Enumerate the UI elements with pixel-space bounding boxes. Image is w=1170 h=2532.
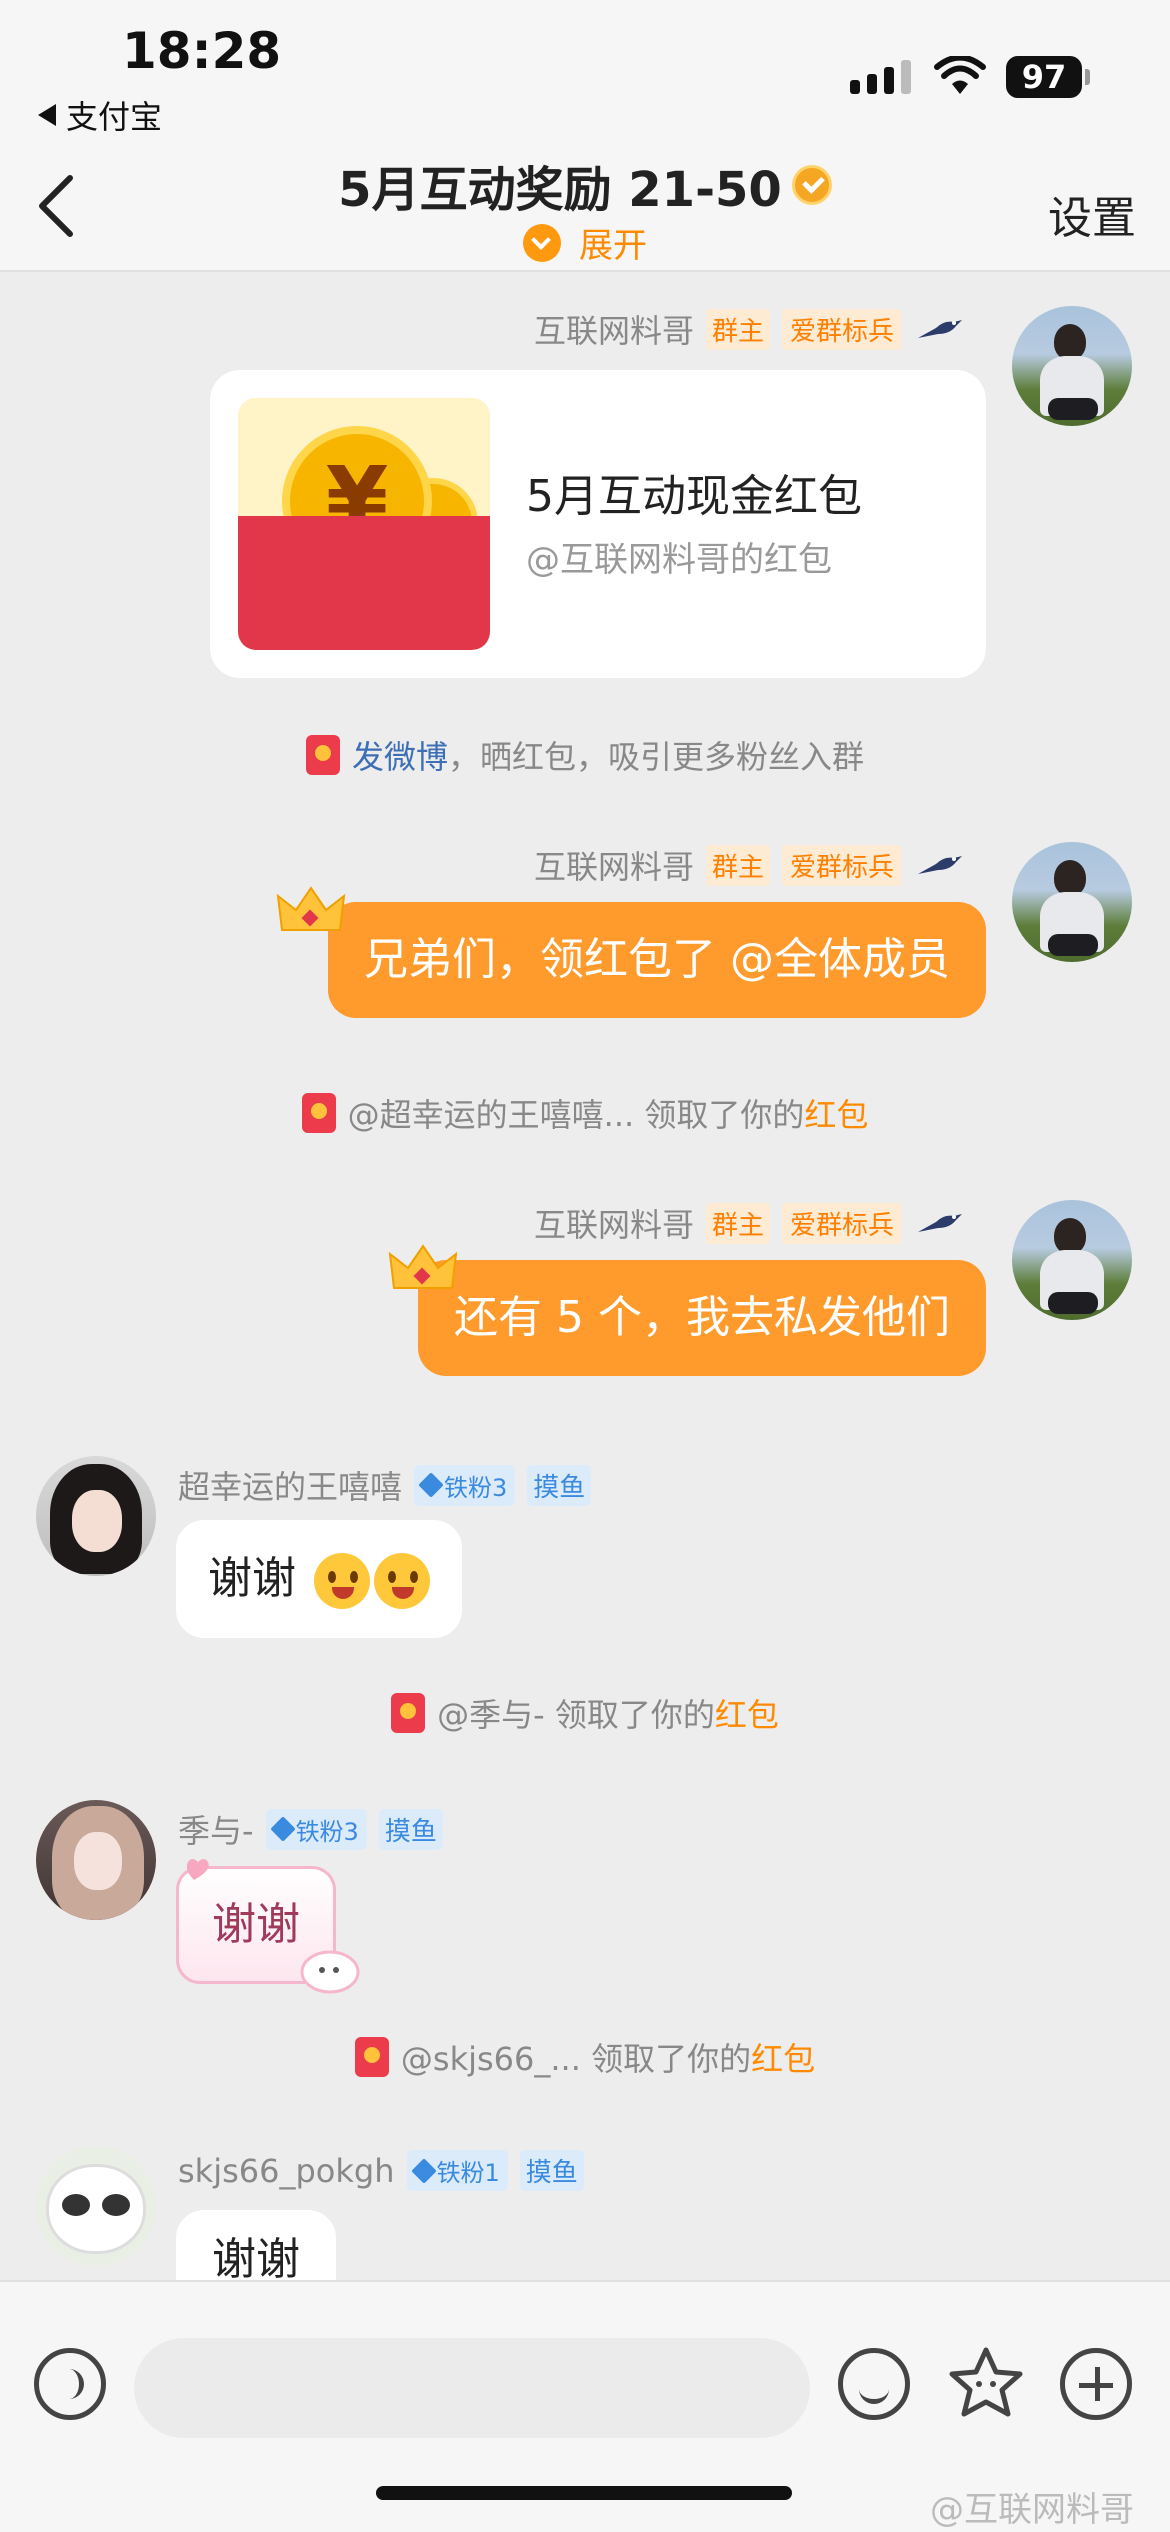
- home-indicator: [376, 2486, 792, 2500]
- message-meta: 互联网料哥 群主 爱群标兵: [534, 1200, 964, 1246]
- wifi-icon: [934, 56, 986, 94]
- message-bubble[interactable]: 谢谢: [176, 2210, 336, 2280]
- avatar[interactable]: [1012, 842, 1132, 962]
- red-packet-small-icon: [301, 1093, 336, 1133]
- love-emoji-icon: [314, 1553, 370, 1609]
- message-input[interactable]: [134, 2338, 810, 2438]
- chat-title-text: 5月互动奖励 21-50: [338, 162, 782, 218]
- crown-icon: [276, 886, 346, 931]
- message-bubble[interactable]: 还有 5 个，我去私发他们: [418, 1260, 986, 1376]
- back-to-app[interactable]: 支付宝: [38, 92, 162, 138]
- sender-name[interactable]: 季与-: [178, 1806, 254, 1852]
- top-bar: 18:28 支付宝 97 5月互动奖励 21-50 展开 设置: [0, 0, 1170, 272]
- owner-tag: 群主: [705, 844, 770, 886]
- message-meta: 互联网料哥 群主 爱群标兵: [534, 842, 964, 888]
- fan-level-tag: 铁粉3: [265, 1808, 367, 1850]
- settings-button[interactable]: 设置: [1048, 182, 1136, 246]
- avatar[interactable]: [36, 1800, 156, 1920]
- chat-title[interactable]: 5月互动奖励 21-50: [338, 150, 832, 220]
- sender-name[interactable]: 互联网料哥: [534, 842, 694, 888]
- love-emoji-icon: [374, 1553, 430, 1609]
- sender-name[interactable]: 互联网料哥: [534, 1200, 694, 1246]
- honor-tag: 爱群标兵: [781, 1202, 902, 1244]
- notice-text: ，晒红包，吸引更多粉丝入群: [448, 738, 865, 776]
- red-packet-small-icon: [354, 2037, 389, 2077]
- honor-tag: 爱群标兵: [781, 844, 902, 886]
- system-notice: @超幸运的王嘻嘻... 领取了你的红包: [0, 1090, 1170, 1141]
- back-triangle-icon: [38, 104, 56, 126]
- voice-icon[interactable]: [34, 2348, 106, 2420]
- message-bubble[interactable]: 兄弟们，领红包了 @全体成员: [328, 902, 986, 1018]
- status-time: 18:28: [122, 22, 282, 80]
- fish-tag: 摸鱼: [519, 2150, 584, 2191]
- watermark: @互联网料哥: [930, 2490, 1134, 2530]
- fan-level-label: 铁粉3: [295, 1817, 359, 1846]
- red-packet-title: 5月互动现金红包: [526, 471, 862, 522]
- post-weibo-link[interactable]: 发微博: [352, 738, 448, 776]
- signal-icon: [850, 60, 911, 94]
- system-notice: 发微博，晒红包，吸引更多粉丝入群: [0, 732, 1170, 783]
- fan-level-tag: 铁粉3: [414, 1464, 516, 1506]
- back-app-label: 支付宝: [66, 98, 163, 136]
- red-packet-icon: ¥: [238, 398, 490, 650]
- emoji-icon[interactable]: [838, 2348, 910, 2420]
- system-notice: @季与- 领取了你的红包: [0, 1690, 1170, 1741]
- expand-button[interactable]: 展开: [523, 218, 647, 267]
- verified-badge-icon: [791, 165, 832, 205]
- fish-tag: 摸鱼: [378, 1808, 443, 1850]
- red-packet-link[interactable]: 红包: [751, 2040, 815, 2078]
- diamond-icon: [410, 2157, 437, 2184]
- magpie-icon: [918, 320, 962, 338]
- battery-tip: [1085, 69, 1090, 85]
- system-notice: @skjs66_... 领取了你的红包: [0, 2034, 1170, 2085]
- owner-tag: 群主: [705, 1202, 770, 1244]
- avatar[interactable]: [1012, 1200, 1132, 1320]
- sender-name[interactable]: skjs66_pokgh: [178, 2152, 395, 2190]
- red-packet-link[interactable]: 红包: [804, 1096, 868, 1134]
- chevron-down-icon: [523, 223, 561, 262]
- fan-level-tag: 铁粉1: [406, 2150, 508, 2191]
- message-meta: 互联网料哥 群主 爱群标兵: [534, 306, 964, 352]
- crown-icon: [388, 1244, 458, 1289]
- red-packet-small-icon: [391, 1693, 426, 1733]
- diamond-icon: [269, 1816, 296, 1842]
- sticker-star-icon[interactable]: [946, 2344, 1026, 2424]
- magpie-icon: [918, 856, 962, 874]
- sender-name[interactable]: 互联网料哥: [534, 306, 694, 352]
- avatar[interactable]: [36, 2146, 156, 2266]
- cat-sticker-icon: [300, 1950, 360, 1994]
- sender-name[interactable]: 超幸运的王嘻嘻: [178, 1462, 402, 1508]
- title-row: 5月互动奖励 21-50: [0, 150, 1170, 220]
- red-packet-card[interactable]: ¥ 5月互动现金红包 @互联网料哥的红包: [210, 370, 986, 678]
- plus-icon[interactable]: [1060, 2348, 1132, 2420]
- message-meta: 超幸运的王嘻嘻 铁粉3 摸鱼: [178, 1462, 592, 1508]
- avatar[interactable]: [1012, 306, 1132, 426]
- fish-tag: 摸鱼: [527, 1464, 592, 1506]
- red-packet-link[interactable]: 红包: [715, 1696, 779, 1734]
- battery-indicator: 97: [1006, 56, 1082, 98]
- honor-tag: 爱群标兵: [781, 308, 902, 350]
- notice-text: @超幸运的王嘻嘻... 领取了你的: [347, 1096, 805, 1134]
- fan-level-label: 铁粉3: [444, 1473, 508, 1502]
- avatar[interactable]: [36, 1456, 156, 1576]
- message-meta: skjs66_pokgh 铁粉1 摸鱼: [178, 2150, 584, 2191]
- heart-icon: [186, 1859, 209, 1880]
- red-packet-subtitle: @互联网料哥的红包: [526, 540, 832, 580]
- red-packet-small-icon: [305, 735, 340, 775]
- diamond-icon: [418, 1472, 444, 1498]
- magpie-icon: [918, 1214, 962, 1232]
- owner-tag: 群主: [705, 308, 770, 350]
- expand-label: 展开: [579, 226, 647, 266]
- notice-text: @季与- 领取了你的: [437, 1696, 715, 1734]
- message-bubble[interactable]: 谢谢: [176, 1520, 462, 1638]
- fan-level-label: 铁粉1: [436, 2159, 500, 2187]
- expand-row: 展开: [0, 218, 1170, 267]
- message-meta: 季与- 铁粉3 摸鱼: [178, 1806, 443, 1852]
- message-text: 谢谢: [208, 1553, 296, 1604]
- notice-text: @skjs66_... 领取了你的: [400, 2040, 752, 2078]
